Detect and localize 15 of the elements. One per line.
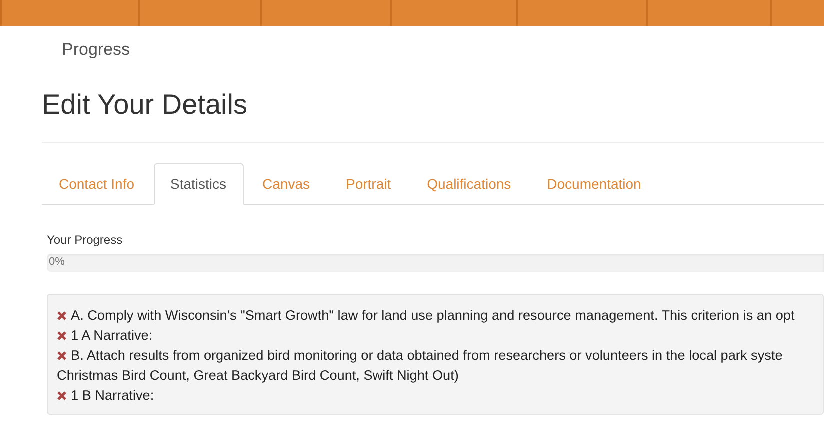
tab[interactable]: Canvas: [246, 162, 327, 205]
page-title: Edit Your Details: [42, 88, 248, 122]
criterion-text: Christmas Bird Count, Great Backyard Bird Count, Swift Night Out): [57, 366, 460, 385]
criterion-text: B. Attach results from organized bird monitoring or data obtained from researchers or volunteers in the local park syste: [71, 346, 783, 365]
tab[interactable]: Documentation: [530, 162, 658, 205]
tab[interactable]: Statistics: [154, 162, 244, 205]
progress-label: Your Progress: [47, 232, 124, 247]
tab[interactable]: Portrait: [328, 162, 408, 205]
tab[interactable]: Contact Info: [42, 162, 152, 205]
criterion-text: 1 B Narrative:: [71, 386, 154, 405]
criterion-text: 1 A Narrative:: [71, 326, 153, 345]
tab[interactable]: Qualifications: [410, 162, 528, 205]
progress-reading: 0%: [49, 256, 65, 268]
page-subtitle: Progress: [62, 40, 132, 60]
criterion-text: A. Comply with Wisconsin's "Smart Growth" law for land use planning and resource management. This criterion is an opt: [71, 306, 795, 325]
